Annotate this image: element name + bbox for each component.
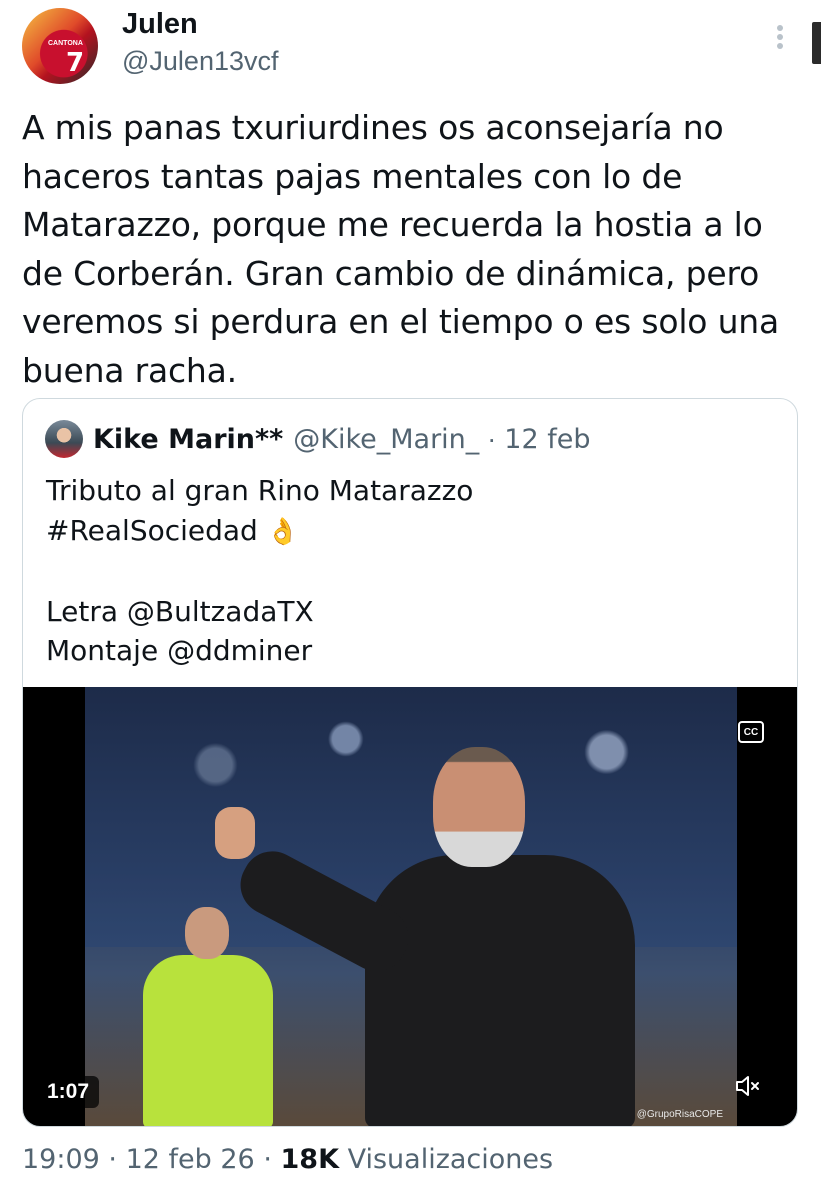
coach-figure	[215, 747, 665, 1126]
quoted-tweet-header: Kike Marin** @Kike_Marin_ · 12 feb	[45, 419, 591, 459]
tweet-time[interactable]: 19:09	[22, 1144, 100, 1175]
quoted-tweet-date[interactable]: 12 feb	[504, 424, 590, 455]
tweet-text-line: veremos si perdura en el tiempo o es sol…	[22, 302, 780, 342]
views-label[interactable]: Visualizaciones	[348, 1144, 553, 1175]
quoted-text-blank-line	[46, 552, 786, 592]
video-player[interactable]: @GrupoRisaCOPE CC 1:07	[23, 687, 797, 1126]
tweet-header: CANTONA 7 Julen @Julen13vcf	[22, 6, 812, 86]
avatar-shirt-number: 7	[66, 48, 85, 78]
hashtag-link[interactable]: #RealSociedad	[46, 514, 258, 547]
tweet-meta: 19:09 · 12 feb 26 · 18K Visualizaciones	[22, 1144, 553, 1175]
separator-dot: ·	[108, 1144, 117, 1175]
separator-dot: ·	[263, 1144, 272, 1175]
quoted-tweet-text: Tributo al gran Rino Matarazzo #RealSoci…	[46, 471, 786, 671]
ok-hand-emoji: 👌	[266, 516, 300, 547]
video-watermark: @GrupoRisaCOPE	[636, 1109, 723, 1120]
quoted-author-avatar[interactable]	[45, 420, 83, 458]
views-count[interactable]: 18K	[281, 1144, 340, 1175]
quoted-text-line: Montaje @ddminer	[46, 634, 313, 667]
tweet-text-line: de Corberán. Gran cambio de dinámica, pe…	[22, 253, 760, 293]
video-duration: 1:07	[37, 1076, 100, 1108]
author-handle[interactable]: @Julen13vcf	[122, 46, 279, 77]
tweet-text-line: haceros tantas pajas mentales con lo de	[22, 156, 683, 196]
quoted-text-line: Letra @BultzadaTX	[46, 594, 314, 628]
author-avatar[interactable]: CANTONA 7	[22, 8, 98, 84]
closed-captions-icon[interactable]: CC	[738, 721, 764, 743]
quoted-text-line-hashtag: #RealSociedad 👌	[46, 511, 786, 553]
separator-dot: ·	[487, 423, 497, 454]
tweet-text-line: buena racha.	[22, 350, 237, 390]
more-options-icon[interactable]	[770, 22, 790, 54]
quoted-author-name[interactable]: Kike Marin**	[93, 424, 283, 455]
scroll-indicator	[812, 22, 821, 64]
tweet-text: A mis panas txuriurdines os aconsejaría …	[22, 104, 807, 396]
tweet-text-line: A mis panas txuriurdines os aconsejaría …	[22, 108, 724, 147]
tweet-date[interactable]: 12 feb 26	[126, 1144, 255, 1175]
quoted-author-handle[interactable]: @Kike_Marin_	[293, 424, 479, 455]
author-display-name[interactable]: Julen	[122, 8, 198, 41]
quoted-tweet-card[interactable]: Kike Marin** @Kike_Marin_ · 12 feb Tribu…	[22, 398, 798, 1127]
speaker-muted-icon[interactable]	[733, 1071, 763, 1101]
tweet-text-line: Matarazzo, porque me recuerda la hostia …	[22, 205, 763, 245]
avatar-shirt-text: CANTONA	[48, 40, 83, 47]
video-frame: @GrupoRisaCOPE	[85, 687, 737, 1126]
quoted-text-line: Tributo al gran Rino Matarazzo	[46, 474, 474, 507]
